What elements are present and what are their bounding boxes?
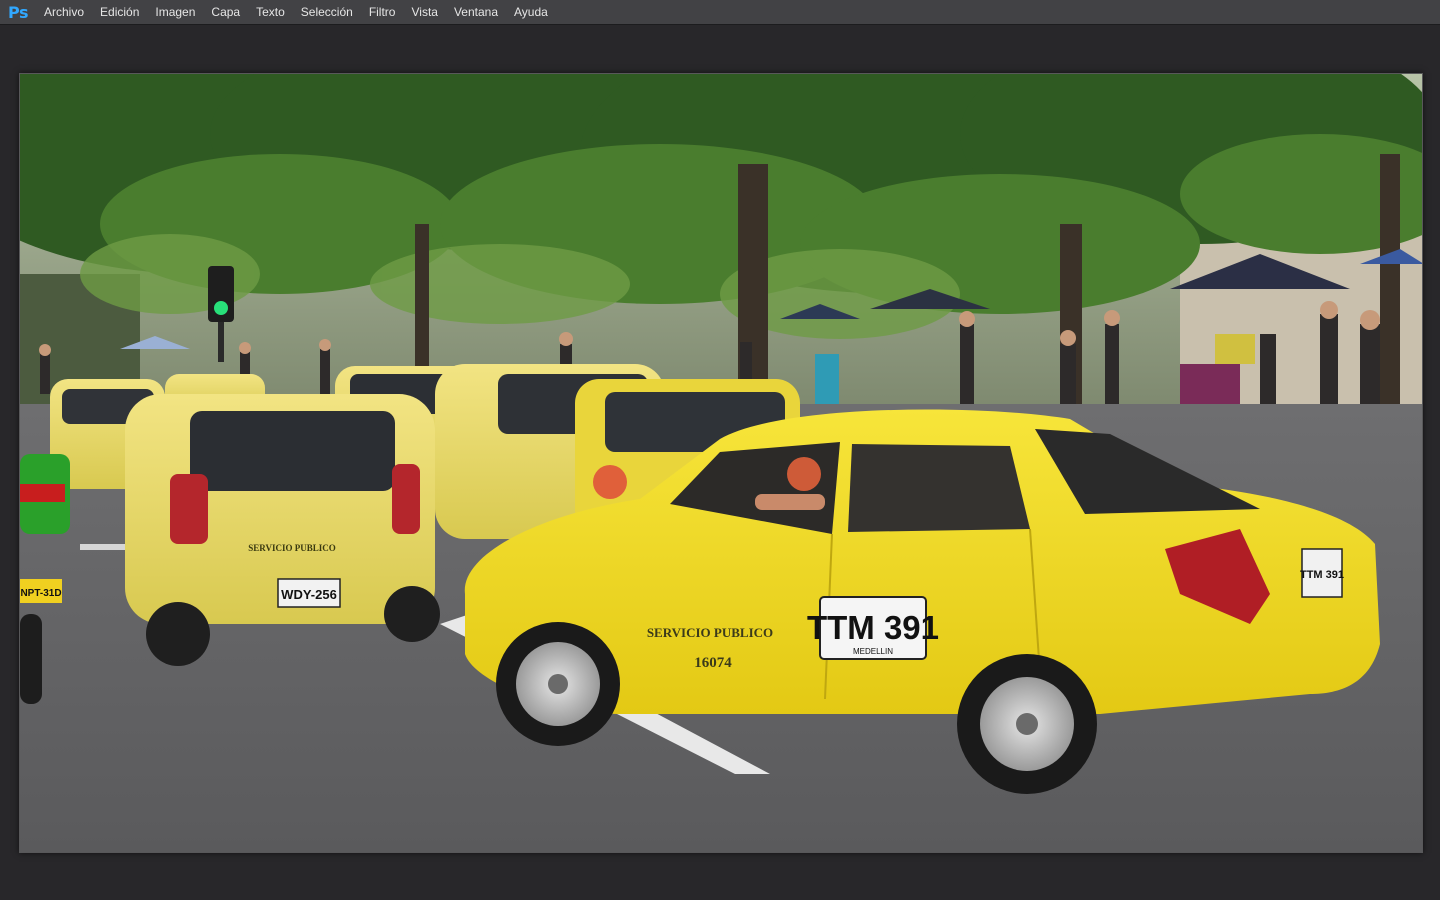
menu-filtro[interactable]: Filtro [361, 0, 404, 25]
menu-ayuda[interactable]: Ayuda [506, 0, 556, 25]
door-service-text: SERVICIO PUBLICO [647, 625, 773, 640]
plate-left-text: WDY-256 [281, 587, 337, 602]
plate-main-city: MEDELLIN [853, 647, 893, 656]
document-canvas[interactable]: WDY-256 SERVICIO PUBLICO NPT-31D TTM 391… [19, 73, 1423, 853]
menu-ventana[interactable]: Ventana [446, 0, 506, 25]
plate-right-text: TTM 391 [1300, 569, 1344, 581]
moto-plate-text: NPT-31D [20, 588, 61, 599]
menu-edicion[interactable]: Edición [92, 0, 147, 25]
menu-imagen[interactable]: Imagen [147, 0, 203, 25]
rear-service-text: SERVICIO PUBLICO [248, 543, 335, 553]
menu-vista[interactable]: Vista [403, 0, 445, 25]
door-number-text: 16074 [694, 655, 732, 671]
menu-texto[interactable]: Texto [248, 0, 293, 25]
photo-taxis: WDY-256 SERVICIO PUBLICO NPT-31D TTM 391… [20, 74, 1422, 852]
menu-seleccion[interactable]: Selección [293, 0, 361, 25]
menu-capa[interactable]: Capa [203, 0, 248, 25]
menu-bar: Ps Archivo Edición Imagen Capa Texto Sel… [0, 0, 1440, 25]
plate-main-text: TTM 391 [807, 609, 939, 646]
menu-archivo[interactable]: Archivo [36, 0, 92, 25]
photoshop-logo-icon[interactable]: Ps [0, 3, 36, 22]
